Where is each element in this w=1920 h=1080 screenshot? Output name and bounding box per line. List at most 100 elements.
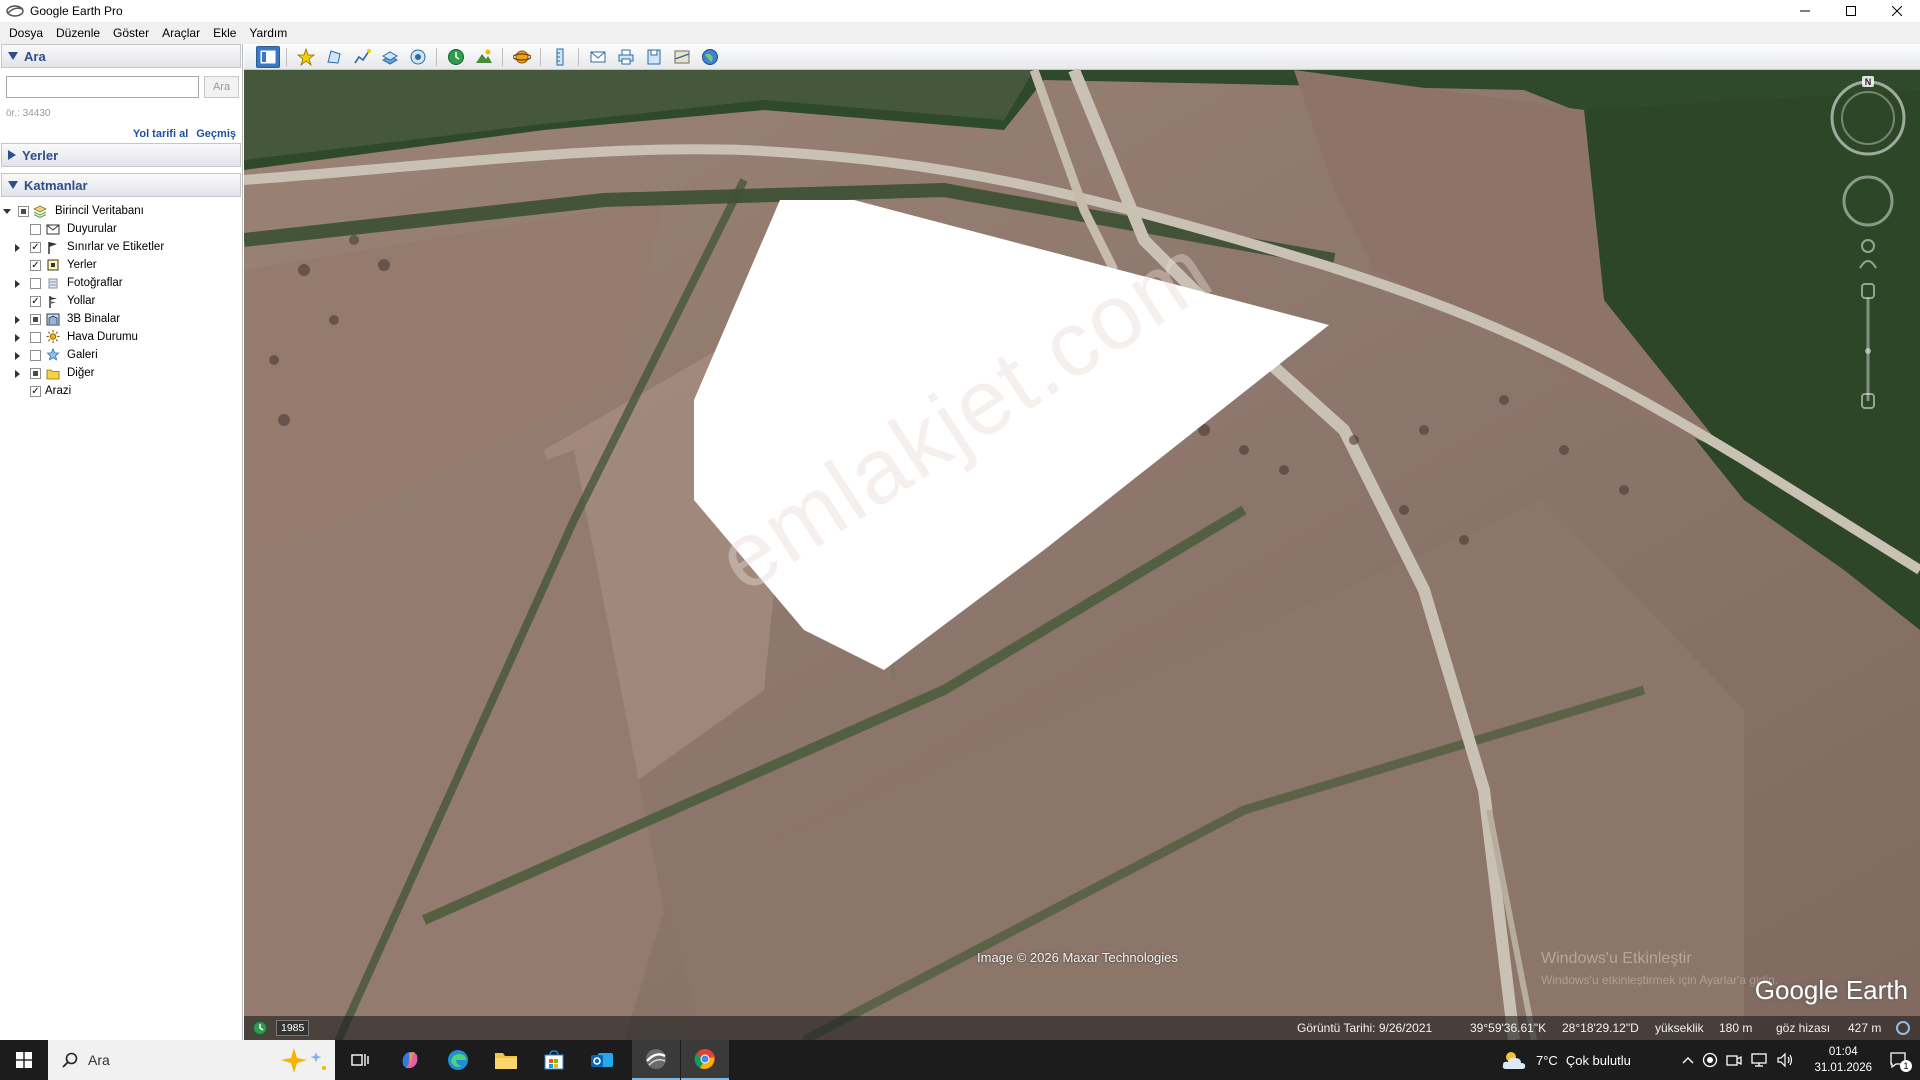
layer-item[interactable]: ✓ Yerler <box>0 257 242 275</box>
menu-edit[interactable]: Düzenle <box>56 26 100 40</box>
minimize-button[interactable] <box>1782 0 1828 22</box>
menu-help[interactable]: Yardım <box>249 26 287 40</box>
network-button[interactable] <box>1750 1040 1768 1080</box>
layer-checkbox[interactable] <box>30 368 41 379</box>
print-button[interactable] <box>614 46 638 68</box>
layer-label: Sınırlar ve Etiketler <box>67 241 165 253</box>
layer-item[interactable]: Duyurular <box>0 221 242 239</box>
save-image-button[interactable] <box>642 46 666 68</box>
layer-checkbox[interactable]: ✓ <box>30 386 41 397</box>
google-maps-button[interactable] <box>670 46 694 68</box>
planets-button[interactable] <box>510 46 534 68</box>
add-path-button[interactable] <box>350 46 374 68</box>
show-hidden-icons-button[interactable] <box>1682 1040 1694 1080</box>
expand-arrow-icon[interactable] <box>15 352 20 360</box>
layer-item[interactable]: Galeri <box>0 347 242 365</box>
google-earth-pro-taskbar-icon <box>646 1049 666 1069</box>
layer-item[interactable]: 3B Binalar <box>0 311 242 329</box>
menu-tools[interactable]: Araçlar <box>162 26 200 40</box>
google-earth-pro-app[interactable] <box>632 1040 680 1080</box>
compass-ring[interactable] <box>1830 76 1906 156</box>
sidebar-toggle-icon <box>260 50 276 64</box>
database-layers-icon <box>33 205 47 218</box>
layer-checkbox[interactable] <box>30 350 41 361</box>
print-icon <box>618 49 634 65</box>
add-image-overlay-button[interactable] <box>378 46 402 68</box>
edge-browser-app[interactable] <box>434 1040 482 1080</box>
image-overlay-icon <box>381 51 399 65</box>
layer-item[interactable]: Diğer <box>0 365 242 383</box>
start-button[interactable] <box>0 1040 48 1080</box>
layer-checkbox[interactable]: ✓ <box>30 260 41 271</box>
directions-link[interactable]: Yol tarifi al <box>133 128 188 140</box>
clock[interactable]: 01:04 31.01.2026 <box>1814 1044 1872 1076</box>
outlook-app[interactable] <box>578 1040 626 1080</box>
taskbar-search-box[interactable]: Ara <box>48 1040 335 1080</box>
close-button[interactable] <box>1874 0 1920 22</box>
clock-time: 01:04 <box>1828 1046 1858 1058</box>
building-icon <box>46 313 60 326</box>
history-link[interactable]: Geçmiş <box>196 128 236 140</box>
historical-imagery-button[interactable] <box>444 46 468 68</box>
menu-file[interactable]: Dosya <box>9 26 43 40</box>
file-explorer-app[interactable] <box>482 1040 530 1080</box>
layer-item[interactable]: Hava Durumu <box>0 329 242 347</box>
chrome-browser-app[interactable] <box>681 1040 729 1080</box>
sidebar-toggle-button[interactable] <box>256 46 280 68</box>
view-in-earth-button[interactable] <box>698 46 722 68</box>
camera-icon <box>1726 1055 1742 1066</box>
expand-arrow-icon[interactable] <box>15 334 20 342</box>
historical-year-badge[interactable]: 1985 <box>276 1020 310 1036</box>
layer-item[interactable]: Fotoğraflar <box>0 275 242 293</box>
chrome-icon <box>694 1049 715 1069</box>
copilot-app[interactable] <box>386 1040 434 1080</box>
layer-item[interactable]: ✓ Sınırlar ve Etiketler <box>0 239 242 257</box>
expanded-arrow-icon[interactable] <box>3 209 11 214</box>
expand-arrow-icon[interactable] <box>15 244 20 252</box>
toolbar <box>244 44 1920 70</box>
navigation-controls: N <box>1828 76 1908 416</box>
menu-view[interactable]: Göster <box>113 26 149 40</box>
historical-imagery-status-icon[interactable] <box>252 1020 268 1036</box>
layer-checkbox[interactable] <box>30 332 41 343</box>
layer-terrain[interactable]: ✓ Arazi <box>0 383 242 401</box>
menu-add[interactable]: Ekle <box>213 26 236 40</box>
layer-checkbox[interactable] <box>30 278 41 289</box>
task-view-button[interactable] <box>336 1040 384 1080</box>
email-button[interactable] <box>586 46 610 68</box>
expand-arrow-icon[interactable] <box>15 316 20 324</box>
microsoft-store-app[interactable] <box>530 1040 578 1080</box>
expand-arrow-icon[interactable] <box>15 280 20 288</box>
layer-checkbox[interactable]: ✓ <box>30 296 41 307</box>
sunlight-button[interactable] <box>472 46 496 68</box>
layer-label: Yollar <box>67 295 96 307</box>
look-joystick[interactable] <box>1842 175 1894 227</box>
expand-arrow-icon[interactable] <box>15 370 20 378</box>
layer-checkbox[interactable] <box>30 224 41 235</box>
tray-camera-button[interactable] <box>1726 1040 1742 1080</box>
search-input[interactable] <box>6 76 199 98</box>
add-polygon-button[interactable] <box>322 46 346 68</box>
weather-widget[interactable]: 7°C Çok bulutlu <box>1500 1040 1631 1080</box>
ruler-button[interactable] <box>548 46 572 68</box>
search-button[interactable]: Ara <box>204 76 239 98</box>
layer-checkbox[interactable]: ✓ <box>30 242 41 253</box>
search-panel-header[interactable]: Ara <box>1 44 241 68</box>
record-tour-button[interactable] <box>406 46 430 68</box>
zoom-slider[interactable] <box>1861 283 1875 409</box>
layer-checkbox[interactable] <box>30 314 41 325</box>
street-view-pegman-icon[interactable] <box>1859 239 1877 269</box>
places-panel-header[interactable]: Yerler <box>1 143 241 167</box>
notification-center-button[interactable]: 1 <box>1880 1040 1916 1080</box>
window-title: Google Earth Pro <box>30 4 123 18</box>
store-icon <box>544 1050 564 1070</box>
tray-record-button[interactable] <box>1702 1040 1718 1080</box>
volume-button[interactable] <box>1776 1040 1794 1080</box>
layers-panel-header[interactable]: Katmanlar <box>1 173 241 197</box>
layer-item[interactable]: ✓ Yollar <box>0 293 242 311</box>
maximize-button[interactable] <box>1828 0 1874 22</box>
layer-checkbox[interactable] <box>18 206 29 217</box>
map-view[interactable]: emlakjet.com Image © 2026 Maxar Technolo… <box>244 70 1920 1040</box>
layer-root[interactable]: Birincil Veritabanı <box>0 203 242 221</box>
add-placemark-button[interactable] <box>294 46 318 68</box>
